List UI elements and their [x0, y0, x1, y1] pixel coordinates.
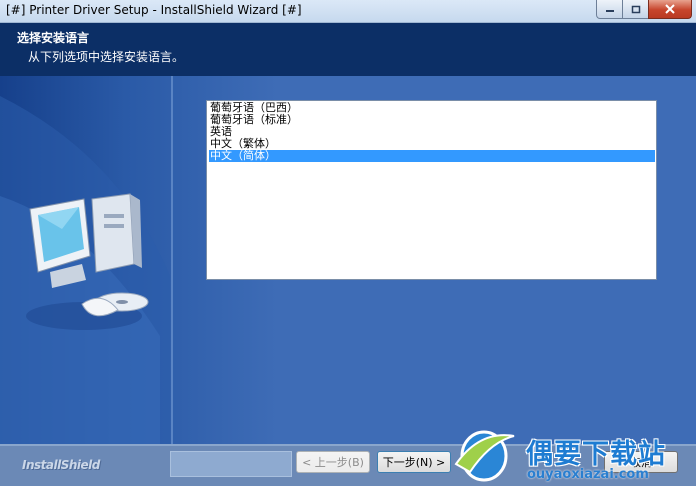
language-option[interactable]: 中文（简体） [209, 150, 655, 162]
footer-panel [170, 451, 292, 477]
close-icon [665, 4, 675, 14]
watermark-logo-icon [454, 430, 515, 482]
language-option[interactable]: 葡萄牙语（标准） [209, 114, 655, 126]
title-bar[interactable]: [#] Printer Driver Setup - InstallShield… [0, 0, 696, 23]
back-button[interactable]: < 上一步(B) [296, 451, 370, 473]
wizard-panel: 葡萄牙语（巴西） 葡萄牙语（标准） 英语 中文（繁体） 中文（简体） [0, 76, 696, 444]
maximize-button[interactable] [623, 0, 648, 19]
watermark-url: ouyaoxiazai.com [527, 467, 649, 482]
minimize-icon [605, 10, 614, 12]
wizard-header: 选择安装语言 从下列选项中选择安装语言。 [0, 23, 696, 76]
installshield-logo: InstallShield [22, 458, 100, 472]
maximize-icon [631, 5, 640, 13]
computer-icon [26, 193, 149, 330]
close-button[interactable] [648, 0, 692, 19]
watermark-name: 偶要下载站 [526, 439, 666, 470]
header-subtitle: 从下列选项中选择安装语言。 [28, 50, 185, 64]
next-button[interactable]: 下一步(N) > [377, 451, 451, 473]
installer-window: [#] Printer Driver Setup - InstallShield… [0, 0, 696, 486]
caption-buttons [596, 0, 692, 20]
minimize-button[interactable] [596, 0, 623, 19]
header-title: 选择安装语言 [17, 31, 90, 45]
window-title: [#] Printer Driver Setup - InstallShield… [6, 3, 302, 17]
language-listbox[interactable]: 葡萄牙语（巴西） 葡萄牙语（标准） 英语 中文（繁体） 中文（简体） [206, 100, 657, 280]
